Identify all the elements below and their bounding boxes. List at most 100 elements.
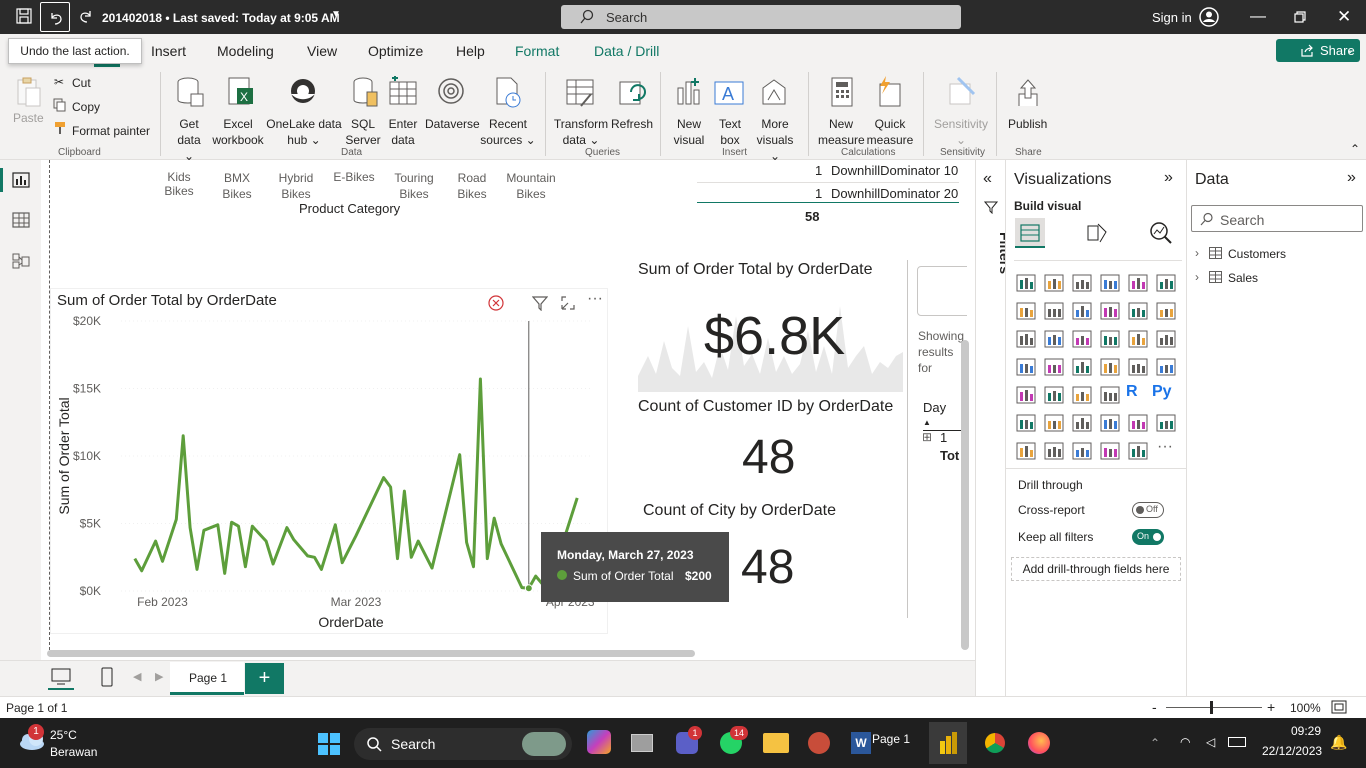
stacked-column-icon[interactable]: [1044, 274, 1064, 292]
word-icon[interactable]: W: [851, 732, 871, 754]
copy-button[interactable]: Copy: [72, 100, 100, 114]
taskbar-search[interactable]: Search: [354, 728, 572, 760]
next-page-icon[interactable]: ▶: [155, 670, 163, 683]
pie-icon[interactable]: [1100, 330, 1120, 348]
100-bar-icon[interactable]: [1128, 274, 1148, 292]
tray-chevron-icon[interactable]: ⌃: [1150, 736, 1160, 750]
table-item-sales[interactable]: › Sales: [1195, 270, 1355, 288]
power-apps-icon[interactable]: [1072, 442, 1092, 460]
tab-data-drill[interactable]: Data / Drill: [594, 43, 659, 59]
qa-visual-partial[interactable]: Showing results for Day ▲ ⊞ 1 Tot: [907, 260, 967, 618]
add-page-button[interactable]: +: [245, 663, 284, 694]
page-tab[interactable]: Page 1: [170, 662, 244, 695]
multi-row-card-icon[interactable]: [1156, 358, 1176, 376]
waterfall-icon[interactable]: [1016, 330, 1036, 348]
notification-bell-icon[interactable]: 🔔: [1330, 734, 1347, 751]
get-data-button[interactable]: Get data ⌄: [171, 116, 207, 164]
keep-filters-toggle[interactable]: On: [1132, 529, 1164, 545]
share-button[interactable]: Share ⌄: [1276, 39, 1360, 62]
sort-up-icon[interactable]: ▲: [923, 418, 931, 427]
restore-icon[interactable]: [1294, 11, 1306, 23]
clustered-column-icon[interactable]: [1100, 274, 1120, 292]
model-view-icon[interactable]: [12, 252, 30, 270]
onelake-button[interactable]: OneLake data hub ⌄: [266, 116, 342, 148]
tab-optimize[interactable]: Optimize: [368, 43, 423, 59]
funnel-icon[interactable]: [1044, 330, 1064, 348]
card-order-total[interactable]: Sum of Order Total by OrderDate $6.8K: [635, 256, 905, 392]
windows-start-icon[interactable]: [317, 732, 341, 756]
qa-icon[interactable]: [1072, 414, 1092, 432]
100-column-icon[interactable]: [1156, 274, 1176, 292]
app-icon[interactable]: [808, 732, 830, 754]
expand-icon[interactable]: ⊞: [922, 430, 932, 444]
line-clustered-icon[interactable]: [1128, 302, 1148, 320]
clock-time[interactable]: 09:29: [1291, 724, 1321, 738]
undo-button[interactable]: [40, 2, 70, 32]
line-column-icon[interactable]: [1100, 302, 1120, 320]
filters-pane[interactable]: « Filters: [975, 160, 1013, 696]
tab-insert[interactable]: Insert: [151, 43, 186, 59]
report-view-icon[interactable]: [12, 172, 30, 188]
line-chart-plot[interactable]: $0K$5K$10K$15K$20KFeb 2023 Mar 2023 Apr 20…: [51, 309, 607, 633]
slicer-icon[interactable]: [1044, 386, 1064, 404]
minimize-icon[interactable]: —: [1250, 8, 1266, 26]
filled-map-icon[interactable]: [1044, 358, 1064, 376]
powerbi-taskbar-button[interactable]: [929, 722, 967, 764]
search-input[interactable]: Search: [561, 5, 961, 29]
format-visual-icon[interactable]: [1086, 222, 1108, 244]
document-title[interactable]: 201402018 • Last saved: Today at 9:05 AM: [102, 11, 340, 25]
clock-date[interactable]: 22/12/2023: [1262, 744, 1322, 758]
enter-data-button[interactable]: Enter data: [384, 116, 422, 148]
stacked-area-icon[interactable]: [1072, 302, 1092, 320]
sql-server-button[interactable]: SQL Server: [343, 116, 383, 148]
cross-report-toggle[interactable]: Off: [1132, 502, 1164, 518]
python-visual-icon[interactable]: Py: [1152, 383, 1172, 401]
stacked-bar-icon[interactable]: [1016, 274, 1036, 292]
sensitivity-button[interactable]: Sensitivity ⌄: [933, 116, 989, 148]
line-chart-icon[interactable]: [1016, 302, 1036, 320]
power-automate-icon[interactable]: [1100, 442, 1120, 460]
r-visual-icon[interactable]: R: [1126, 383, 1138, 401]
metrics-icon[interactable]: [1128, 414, 1148, 432]
tab-view[interactable]: View: [307, 43, 337, 59]
new-slicer-icon[interactable]: [1044, 442, 1064, 460]
collapse-right-icon[interactable]: »: [1164, 169, 1173, 187]
canvas-vertical-scrollbar[interactable]: [961, 340, 969, 650]
more-options-icon[interactable]: ···: [587, 290, 603, 308]
collapse-ribbon-icon[interactable]: ⌃: [1350, 142, 1360, 156]
key-influencers-icon[interactable]: [1044, 414, 1064, 432]
analytics-icon[interactable]: [1149, 221, 1173, 245]
refresh-button[interactable]: Refresh: [611, 116, 653, 132]
text-box-button[interactable]: Text box: [716, 116, 744, 148]
area-chart-icon[interactable]: [1044, 302, 1064, 320]
zoom-out-button[interactable]: -: [1152, 699, 1157, 715]
file-explorer-icon[interactable]: [763, 733, 789, 753]
prev-page-icon[interactable]: ◀: [133, 670, 141, 683]
new-visual-button[interactable]: New visual: [672, 116, 706, 148]
donut-icon[interactable]: [1128, 330, 1148, 348]
new-measure-button[interactable]: New measure: [818, 116, 865, 148]
mobile-layout-icon[interactable]: [101, 667, 113, 687]
zoom-in-button[interactable]: +: [1267, 699, 1275, 715]
treemap-icon[interactable]: [1156, 330, 1176, 348]
desktop-layout-icon[interactable]: [51, 668, 71, 686]
table-visual-partial[interactable]: 1 DownhillDominator 10 1 DownhillDominat…: [697, 160, 959, 230]
drill-through-well[interactable]: Add drill-through fields here: [1011, 557, 1181, 581]
cut-button[interactable]: Cut: [72, 76, 91, 90]
dataverse-button[interactable]: Dataverse: [425, 116, 480, 132]
excel-workbook-button[interactable]: Excel workbook: [210, 116, 266, 148]
canvas-horizontal-scrollbar[interactable]: [47, 650, 695, 657]
gauge-icon[interactable]: [1100, 358, 1120, 376]
tab-format[interactable]: Format: [515, 43, 559, 59]
azure-map-icon[interactable]: [1072, 358, 1092, 376]
firefox-icon[interactable]: [1028, 732, 1050, 754]
paginated-icon[interactable]: [1156, 414, 1176, 432]
kpi-icon[interactable]: [1016, 386, 1036, 404]
table-icon[interactable]: [1072, 386, 1092, 404]
paste-button[interactable]: Paste: [13, 110, 44, 126]
new-card-icon[interactable]: [1016, 442, 1036, 460]
smart-narrative-icon[interactable]: [1100, 414, 1120, 432]
card-customer-count[interactable]: Count of Customer ID by OrderDate 48: [638, 398, 908, 488]
collapse-left-icon[interactable]: «: [983, 170, 992, 188]
battery-icon[interactable]: [1228, 737, 1246, 747]
